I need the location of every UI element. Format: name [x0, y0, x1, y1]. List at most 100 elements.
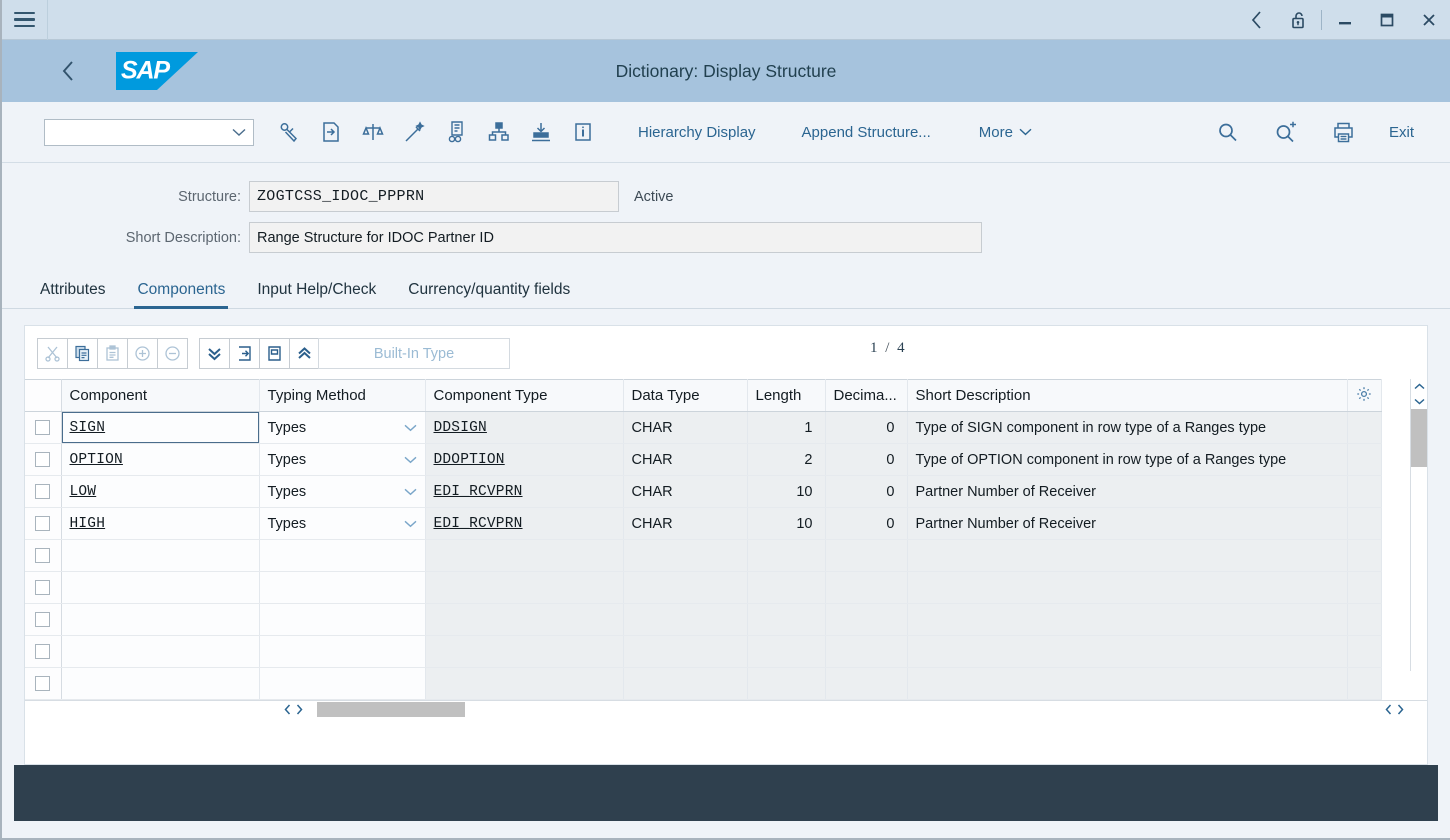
- table-row[interactable]: OPTIONTypesDDOPTIONCHAR20Type of OPTION …: [25, 444, 1381, 476]
- table-row[interactable]: [25, 540, 1381, 572]
- built-in-type-button[interactable]: Built-In Type: [318, 338, 510, 369]
- grid-vertical-scrollbar[interactable]: [1410, 379, 1427, 671]
- tab-currency-quantity-fields[interactable]: Currency/quantity fields: [392, 281, 586, 308]
- table-row[interactable]: HIGHTypesEDI_RCVPRNCHAR100Partner Number…: [25, 508, 1381, 540]
- shell-back-button[interactable]: [48, 51, 88, 91]
- cell-component-type-link[interactable]: DDSIGN: [434, 420, 487, 436]
- table-row[interactable]: LOWTypesEDI_RCVPRNCHAR100Partner Number …: [25, 476, 1381, 508]
- cell-component-type[interactable]: [425, 540, 623, 572]
- row-select-cell[interactable]: [25, 540, 61, 572]
- delete-row-icon[interactable]: [157, 338, 188, 369]
- col-header-typing-method[interactable]: Typing Method: [259, 380, 425, 412]
- cell-length[interactable]: 1: [747, 412, 825, 444]
- table-row[interactable]: [25, 604, 1381, 636]
- cell-short-description[interactable]: [907, 668, 1347, 700]
- row-checkbox[interactable]: [35, 676, 50, 691]
- cell-data-type[interactable]: CHAR: [623, 412, 747, 444]
- back-nav-icon[interactable]: [1235, 0, 1277, 40]
- cell-data-type[interactable]: CHAR: [623, 508, 747, 540]
- insert-above-icon[interactable]: [259, 338, 290, 369]
- cell-short-description[interactable]: Type of SIGN component in row type of a …: [907, 412, 1347, 444]
- cell-typing-method[interactable]: [259, 604, 425, 636]
- chevron-down-icon[interactable]: [404, 420, 417, 436]
- cell-decimals[interactable]: [825, 668, 907, 700]
- cell-decimals[interactable]: [825, 540, 907, 572]
- cell-component[interactable]: [61, 572, 259, 604]
- cell-short-description[interactable]: Partner Number of Receiver: [907, 508, 1347, 540]
- row-checkbox[interactable]: [35, 580, 50, 595]
- chevron-down-icon[interactable]: [404, 516, 417, 532]
- row-select-cell[interactable]: [25, 604, 61, 636]
- cell-component[interactable]: LOW: [61, 476, 259, 508]
- table-row[interactable]: [25, 636, 1381, 668]
- paste-icon[interactable]: [97, 338, 128, 369]
- table-row[interactable]: [25, 668, 1381, 700]
- tab-input-help-check[interactable]: Input Help/Check: [241, 281, 392, 308]
- cell-length[interactable]: [747, 604, 825, 636]
- cell-data-type[interactable]: CHAR: [623, 444, 747, 476]
- cell-typing-method[interactable]: Types: [259, 476, 425, 508]
- col-header-decimals[interactable]: Decima...: [825, 380, 907, 412]
- cell-decimals[interactable]: 0: [825, 412, 907, 444]
- compare-icon[interactable]: [352, 110, 394, 154]
- wand-icon[interactable]: [394, 110, 436, 154]
- cell-data-type[interactable]: [623, 572, 747, 604]
- cell-component[interactable]: [61, 668, 259, 700]
- row-select-cell[interactable]: [25, 636, 61, 668]
- row-select-cell[interactable]: [25, 668, 61, 700]
- where-used-icon[interactable]: [436, 110, 478, 154]
- cell-component[interactable]: [61, 540, 259, 572]
- search-icon[interactable]: [1207, 110, 1249, 154]
- import-icon[interactable]: [520, 110, 562, 154]
- object-select[interactable]: [44, 119, 254, 146]
- row-select-cell[interactable]: [25, 476, 61, 508]
- lock-open-icon[interactable]: [1277, 0, 1319, 40]
- cell-component[interactable]: HIGH: [61, 508, 259, 540]
- cell-length[interactable]: [747, 572, 825, 604]
- hscroll-arrows[interactable]: [283, 704, 304, 715]
- scroll-up-icon[interactable]: [289, 338, 320, 369]
- append-structure-button[interactable]: Append Structure...: [788, 110, 945, 154]
- cell-length[interactable]: 10: [747, 476, 825, 508]
- cell-short-description[interactable]: Type of OPTION component in row type of …: [907, 444, 1347, 476]
- cell-typing-method[interactable]: Types: [259, 508, 425, 540]
- cell-component-type-link[interactable]: EDI_RCVPRN: [434, 484, 523, 500]
- tab-components[interactable]: Components: [121, 281, 241, 308]
- cell-component-type[interactable]: [425, 572, 623, 604]
- cell-component[interactable]: [61, 604, 259, 636]
- cell-typing-method[interactable]: Types: [259, 412, 425, 444]
- cell-typing-method[interactable]: Types: [259, 444, 425, 476]
- table-row[interactable]: SIGN Types DDSIGN CHAR10Type of SIGN compon…: [25, 412, 1381, 444]
- cell-component-link[interactable]: SIGN: [70, 420, 106, 436]
- cell-component-link[interactable]: OPTION: [70, 452, 123, 468]
- col-header-length[interactable]: Length: [747, 380, 825, 412]
- cell-short-description[interactable]: Partner Number of Receiver: [907, 476, 1347, 508]
- maximize-icon[interactable]: [1366, 0, 1408, 40]
- hamburger-icon[interactable]: [2, 0, 48, 40]
- cell-component-link[interactable]: LOW: [70, 484, 97, 500]
- cell-component[interactable]: [61, 636, 259, 668]
- cell-component-type[interactable]: EDI_RCVPRN: [425, 508, 623, 540]
- cell-typing-method[interactable]: [259, 668, 425, 700]
- cell-data-type[interactable]: [623, 540, 747, 572]
- info-icon[interactable]: [562, 110, 604, 154]
- cell-component-type-link[interactable]: EDI_RCVPRN: [434, 516, 523, 532]
- display-change-icon[interactable]: [268, 110, 310, 154]
- cell-component-link[interactable]: HIGH: [70, 516, 106, 532]
- cell-short-description[interactable]: [907, 540, 1347, 572]
- cell-typing-method[interactable]: [259, 572, 425, 604]
- tab-attributes[interactable]: Attributes: [24, 281, 121, 308]
- cell-data-type[interactable]: [623, 668, 747, 700]
- row-checkbox[interactable]: [35, 516, 50, 531]
- chevron-down-icon[interactable]: [404, 484, 417, 500]
- grid-vscroll-thumb[interactable]: [1411, 409, 1427, 467]
- minimize-icon[interactable]: [1324, 0, 1366, 40]
- exit-button[interactable]: Exit: [1375, 110, 1428, 154]
- print-icon[interactable]: [1323, 110, 1365, 154]
- cell-data-type[interactable]: CHAR: [623, 476, 747, 508]
- cell-decimals[interactable]: 0: [825, 444, 907, 476]
- cell-component-type-link[interactable]: DDOPTION: [434, 452, 505, 468]
- cell-typing-method[interactable]: [259, 636, 425, 668]
- grid-horizontal-scrollbar[interactable]: [25, 700, 1427, 718]
- cell-short-description[interactable]: [907, 604, 1347, 636]
